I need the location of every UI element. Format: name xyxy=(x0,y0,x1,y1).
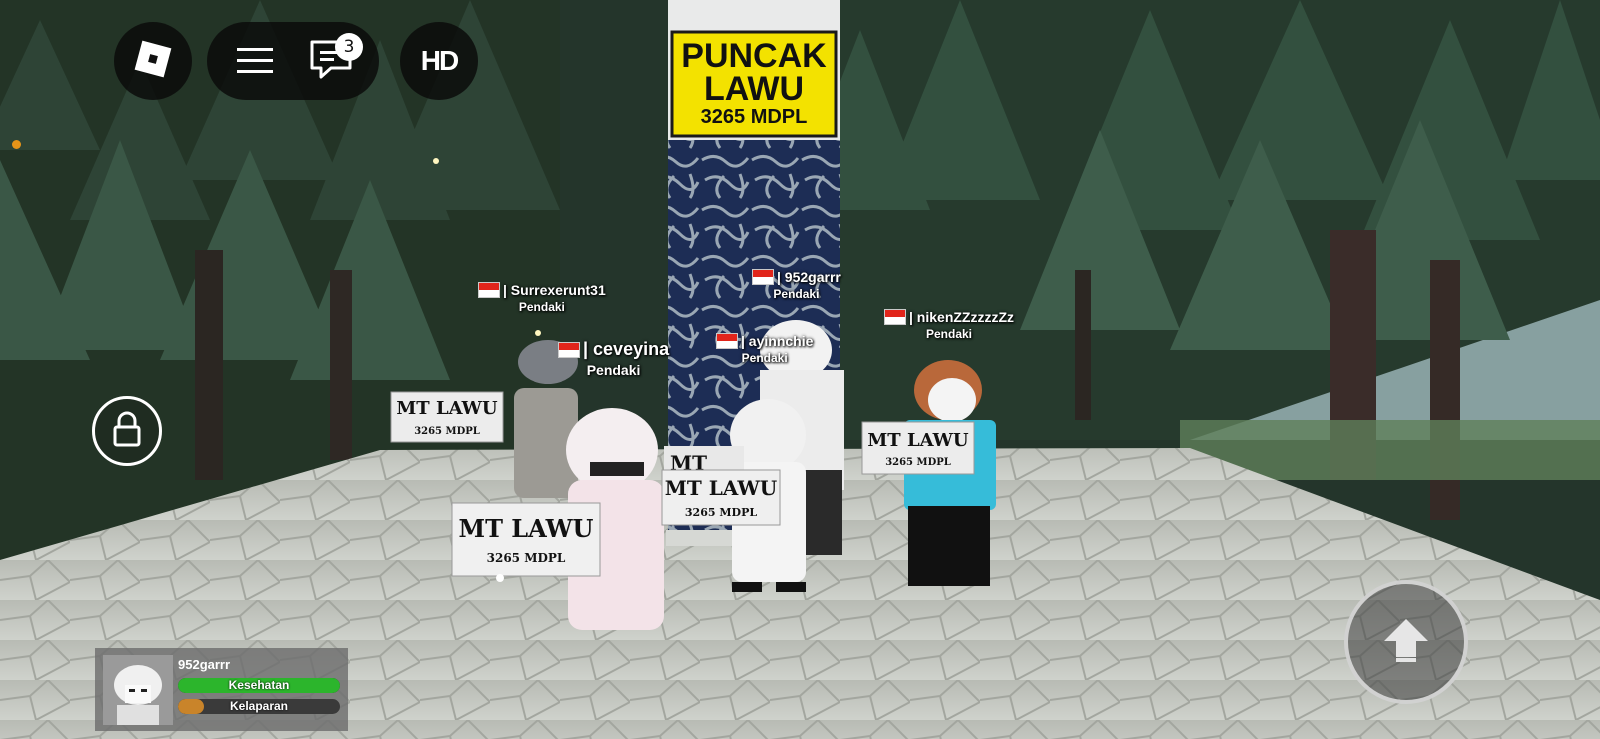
hd-button[interactable]: HD xyxy=(400,22,478,100)
player-tag: | 952garrr Pendaki xyxy=(752,269,841,301)
monument-line3: 3265 MDPL xyxy=(701,106,808,128)
player-role: Pendaki xyxy=(926,327,973,341)
hunger-bar: Kelaparan xyxy=(178,699,340,714)
svg-text:3265 MDPL: 3265 MDPL xyxy=(487,551,566,565)
monument-line2: LAWU xyxy=(704,70,804,108)
svg-text:3265 MDPL: 3265 MDPL xyxy=(414,426,480,437)
svg-text:3265 MDPL: 3265 MDPL xyxy=(685,506,757,519)
player-role: Pendaki xyxy=(773,287,820,301)
player-role: Pendaki xyxy=(586,362,641,378)
hunger-label: Kelaparan xyxy=(229,699,289,713)
player-role: Pendaki xyxy=(518,300,565,314)
hamburger-menu-icon[interactable] xyxy=(231,37,279,85)
player-tag: | Surrexerunt31 Pendaki xyxy=(478,282,606,314)
sign-right: MT LAWU 3265 MDPL xyxy=(861,421,975,475)
avatar xyxy=(103,655,173,725)
svg-text:MT LAWU: MT LAWU xyxy=(867,430,969,451)
player-name: | Surrexerunt31 xyxy=(503,282,606,298)
player-status-panel: 952garrr Kesehatan Kelaparan xyxy=(95,648,348,731)
jump-button[interactable] xyxy=(1344,580,1468,704)
chat-unread-badge: 3 xyxy=(335,33,363,61)
jump-arrow-icon xyxy=(1382,617,1430,668)
health-bar: Kesehatan xyxy=(178,678,340,693)
sign-left: MT LAWU 3265 MDPL xyxy=(390,391,504,443)
player-name: | ayinnchie xyxy=(741,333,814,349)
indonesia-flag-icon xyxy=(716,333,738,349)
player-name: | 952garrr xyxy=(777,269,841,285)
sign-center: MT LAWU 3265 MDPL xyxy=(661,469,781,526)
shift-lock-icon xyxy=(107,409,147,454)
svg-text:MT LAWU: MT LAWU xyxy=(665,476,777,500)
sign-front: MT LAWU 3265 MDPL xyxy=(451,502,601,577)
player-tag: | ceveyina Pendaki xyxy=(558,339,669,378)
player-name: | nikenZZzzzzZz xyxy=(909,309,1015,325)
health-label: Kesehatan xyxy=(228,678,290,692)
indonesia-flag-icon xyxy=(558,341,580,358)
shift-lock-button[interactable] xyxy=(92,396,162,466)
svg-text:3265 MDPL: 3265 MDPL xyxy=(885,457,951,468)
roblox-menu-button[interactable] xyxy=(114,22,192,100)
roblox-logo-icon xyxy=(132,38,174,85)
player-name: | ceveyina xyxy=(583,339,670,359)
player-tag: | ayinnchie Pendaki xyxy=(716,333,813,365)
player-tag: | nikenZZzzzzZz Pendaki xyxy=(884,309,1014,341)
indonesia-flag-icon xyxy=(884,309,906,325)
player-role: Pendaki xyxy=(741,351,788,365)
menu-chat-group: 3 xyxy=(207,22,379,100)
notification-dot xyxy=(12,140,21,149)
svg-text:MT LAWU: MT LAWU xyxy=(396,398,498,419)
svg-text:MT LAWU: MT LAWU xyxy=(459,514,594,543)
chat-button[interactable]: 3 xyxy=(307,33,363,85)
indonesia-flag-icon xyxy=(478,282,500,298)
indonesia-flag-icon xyxy=(752,269,774,285)
status-player-name: 952garrr xyxy=(178,657,231,672)
